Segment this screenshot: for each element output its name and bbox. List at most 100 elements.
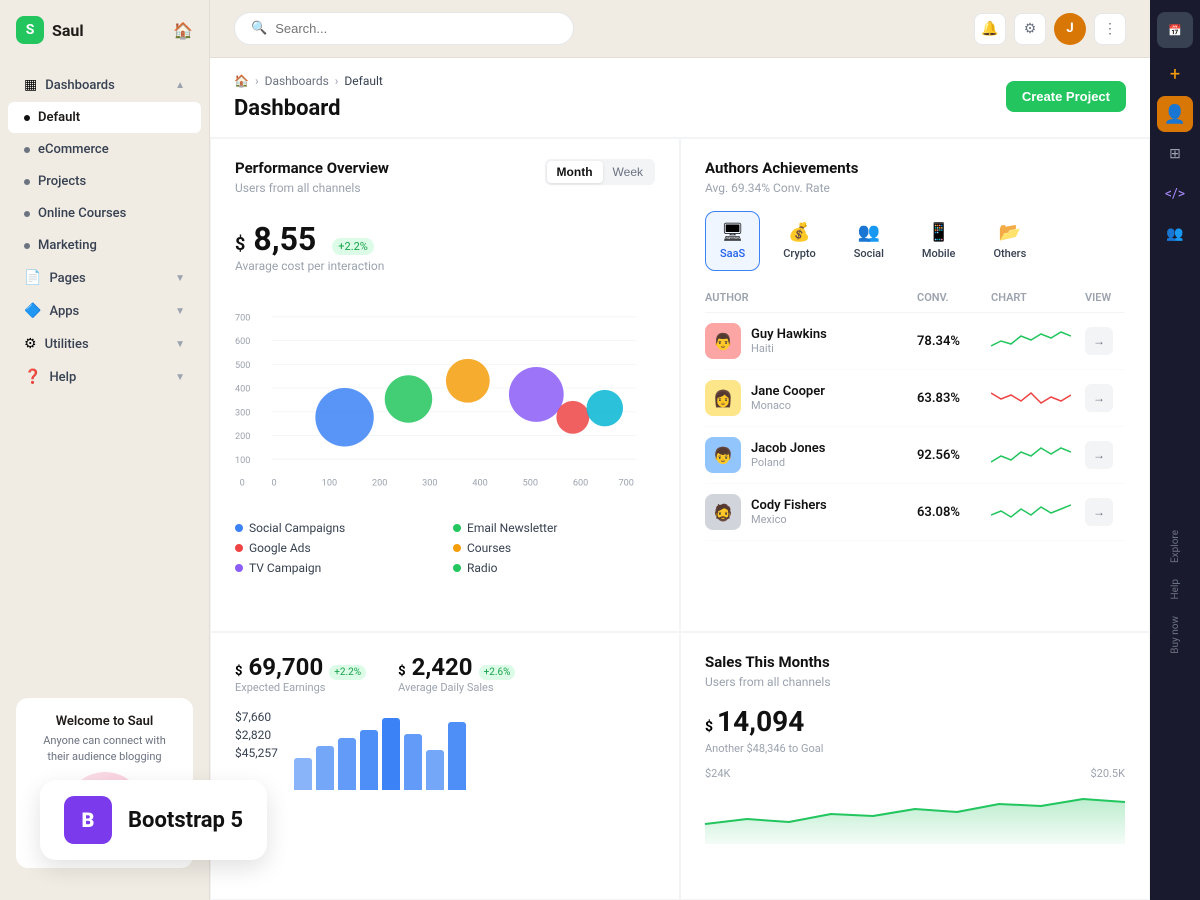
breadcrumb-home-icon[interactable]: 🏠 xyxy=(234,74,249,88)
authors-panel: Authors Achievements Avg. 69.34% Conv. R… xyxy=(680,138,1150,632)
legend-label-email: Email Newsletter xyxy=(467,521,557,535)
sidebar-item-marketing[interactable]: Marketing xyxy=(8,230,201,261)
search-bar[interactable]: 🔍 xyxy=(234,12,574,45)
sales-panel: Sales This Months Users from all channel… xyxy=(680,632,1150,900)
legend-dot-tv xyxy=(235,564,243,572)
sidebar-item-utilities[interactable]: ⚙ Utilities ▼ xyxy=(8,328,201,360)
author-country-2: Monaco xyxy=(751,399,825,412)
buy-now-label[interactable]: Buy now xyxy=(1166,608,1185,662)
notification-button[interactable]: 🔔 xyxy=(974,13,1006,45)
tab-social[interactable]: 👥 Social xyxy=(839,211,899,271)
code-icon-btn[interactable]: </> xyxy=(1157,176,1193,212)
author-details-4: Cody Fishers Mexico xyxy=(751,498,827,526)
sidebar-logo: S Saul 🏠 xyxy=(0,16,209,64)
main-area: 🔍 🔔 ⚙ J ⋮ 🏠 › Dashboards › Default Dashb… xyxy=(210,0,1150,900)
sidebar-label-help: Help xyxy=(49,370,76,385)
sidebar-item-pages[interactable]: 📄 Pages ▼ xyxy=(8,262,201,294)
conv-2: 63.83% xyxy=(917,391,987,406)
social-tab-icon: 👥 xyxy=(858,222,880,243)
others-tab-label: Others xyxy=(993,247,1026,260)
user-avatar-right[interactable]: 👤 xyxy=(1157,96,1193,132)
tab-crypto[interactable]: 💰 Crypto xyxy=(768,211,831,271)
authors-tabs: 🖥 SaaS 💰 Crypto 👥 Social 📱 Mobile xyxy=(705,211,1125,271)
bar-chart xyxy=(294,710,655,790)
breadcrumb-dashboards[interactable]: Dashboards xyxy=(265,74,329,88)
explore-label[interactable]: Explore xyxy=(1166,522,1185,571)
calendar-icon-btn[interactable]: 📅 xyxy=(1157,12,1193,48)
bottom-left-panel: $ 69,700 +2.2% Expected Earnings $ 2,420… xyxy=(210,632,680,900)
table-row: 👨 Guy Hawkins Haiti 78.34% xyxy=(705,313,1125,370)
view-btn-1[interactable]: → xyxy=(1085,327,1113,355)
sidebar-item-apps[interactable]: 🔷 Apps ▼ xyxy=(8,295,201,327)
breadcrumb-sep1: › xyxy=(255,74,259,88)
saas-tab-label: SaaS xyxy=(720,247,745,260)
nav-dot-default xyxy=(24,115,30,121)
sidebar-item-dashboards[interactable]: ▦ Dashboards ▲ xyxy=(8,69,201,101)
menu-button[interactable]: ⋮ xyxy=(1094,13,1126,45)
view-btn-3[interactable]: → xyxy=(1085,441,1113,469)
nav-dot-courses xyxy=(24,211,30,217)
sidebar-item-default[interactable]: Default xyxy=(8,102,201,133)
nav-dot-ecommerce xyxy=(24,147,30,153)
sidebar-item-online-courses[interactable]: Online Courses xyxy=(8,198,201,229)
sidebar-item-projects[interactable]: Projects xyxy=(8,166,201,197)
breadcrumb-area: 🏠 › Dashboards › Default Dashboard Creat… xyxy=(210,58,1150,137)
authors-table: AUTHOR CONV. CHART VIEW 👨 Guy Hawkins Ha… xyxy=(705,287,1125,541)
sidebar-label-ecommerce: eCommerce xyxy=(38,142,109,157)
y-label-20k: $20.5K xyxy=(1090,767,1125,780)
author-country-1: Haiti xyxy=(751,342,827,355)
svg-text:300: 300 xyxy=(422,479,437,489)
author-name-4: Cody Fishers xyxy=(751,498,827,513)
back-icon[interactable]: 🏠 xyxy=(173,21,193,40)
legend-social-campaigns: Social Campaigns xyxy=(235,521,437,535)
svg-text:100: 100 xyxy=(322,479,337,489)
sidebar-item-ecommerce[interactable]: eCommerce xyxy=(8,134,201,165)
sidebar-label-courses: Online Courses xyxy=(38,206,126,221)
author-details-3: Jacob Jones Poland xyxy=(751,441,825,469)
bar-4 xyxy=(360,730,378,790)
create-project-button[interactable]: Create Project xyxy=(1006,81,1126,112)
performance-panel: Performance Overview Users from all chan… xyxy=(210,138,680,632)
nav-section-main: ▦ Dashboards ▲ Default eCommerce Project… xyxy=(0,64,209,398)
week-button[interactable]: Week xyxy=(603,161,653,183)
val-1: $7,660 xyxy=(235,710,278,724)
bar-2 xyxy=(316,746,334,790)
saas-tab-icon: 🖥 xyxy=(721,222,744,243)
view-btn-2[interactable]: → xyxy=(1085,384,1113,412)
sidebar-item-help[interactable]: ❓ Help ▼ xyxy=(8,361,201,393)
legend-label-courses: Courses xyxy=(467,541,511,555)
val-3: $45,257 xyxy=(235,746,278,760)
author-avatar-2: 👩 xyxy=(705,380,741,416)
bar-1 xyxy=(294,758,312,790)
author-info-3: 👦 Jacob Jones Poland xyxy=(705,437,913,473)
sidebar-label-apps: Apps xyxy=(49,304,79,319)
nav-dot-marketing xyxy=(24,243,30,249)
plus-icon-btn[interactable]: + xyxy=(1157,56,1193,92)
daily-value: 2,420 xyxy=(412,653,473,681)
tab-others[interactable]: 📂 Others xyxy=(978,211,1041,271)
legend-dot-courses xyxy=(453,544,461,552)
settings-button[interactable]: ⚙ xyxy=(1014,13,1046,45)
view-btn-4[interactable]: → xyxy=(1085,498,1113,526)
search-input[interactable] xyxy=(275,21,557,36)
user-avatar[interactable]: J xyxy=(1054,13,1086,45)
mini-chart-3 xyxy=(991,440,1081,470)
bottom-chart-area: $7,660 $2,820 $45,257 xyxy=(235,710,655,790)
chevron-apps-icon: ▼ xyxy=(175,306,185,317)
tab-mobile[interactable]: 📱 Mobile xyxy=(907,211,971,271)
tab-saas[interactable]: 🖥 SaaS xyxy=(705,211,760,271)
legend-google-ads: Google Ads xyxy=(235,541,437,555)
help-label[interactable]: Help xyxy=(1166,571,1185,607)
svg-text:600: 600 xyxy=(573,479,588,489)
grid-icon-btn[interactable]: ⊞ xyxy=(1157,136,1193,172)
chart-svg: 700 600 500 400 300 200 100 0 0 100 200 … xyxy=(235,289,655,509)
month-button[interactable]: Month xyxy=(547,161,603,183)
bar-8 xyxy=(448,722,466,790)
sales-y-labels: $24K $20.5K xyxy=(705,767,1125,780)
svg-text:200: 200 xyxy=(372,479,387,489)
user-icon-btn[interactable]: 👥 xyxy=(1157,216,1193,252)
svg-text:400: 400 xyxy=(235,385,250,395)
chevron-utilities-icon: ▼ xyxy=(175,339,185,350)
sales-dollar: $ xyxy=(705,719,713,735)
legend-dot-radio xyxy=(453,564,461,572)
